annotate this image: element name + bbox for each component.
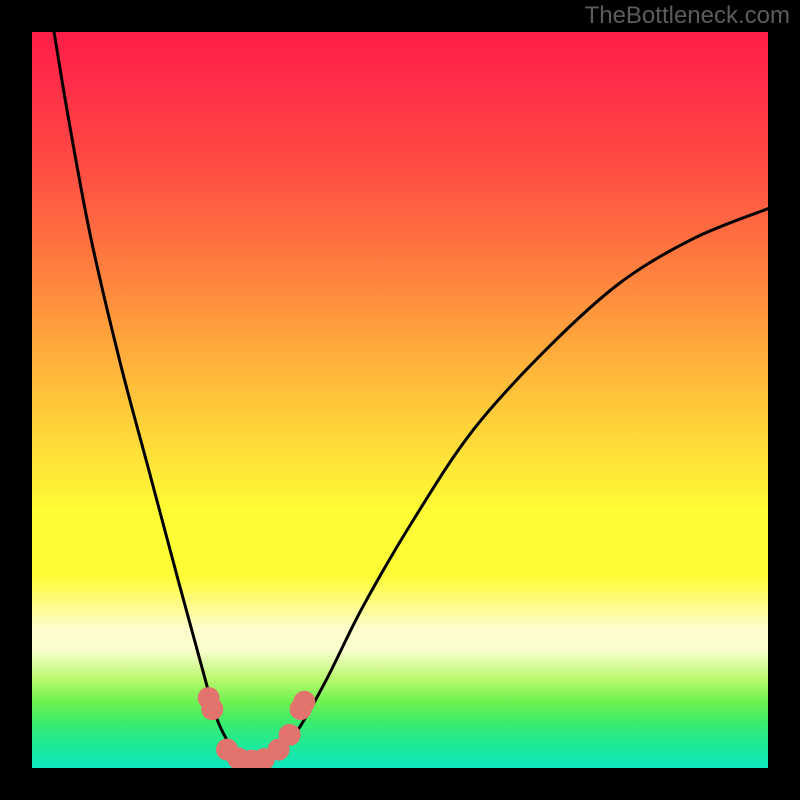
chart-outer-frame: TheBottleneck.com bbox=[0, 0, 800, 800]
watermark-text: TheBottleneck.com bbox=[585, 2, 790, 30]
curve-markers bbox=[198, 687, 316, 768]
curve-marker bbox=[279, 724, 301, 746]
bottleneck-curve bbox=[54, 32, 768, 762]
curve-marker bbox=[293, 691, 315, 713]
curve-layer bbox=[32, 32, 768, 768]
plot-area bbox=[32, 32, 768, 768]
curve-marker bbox=[201, 698, 223, 720]
